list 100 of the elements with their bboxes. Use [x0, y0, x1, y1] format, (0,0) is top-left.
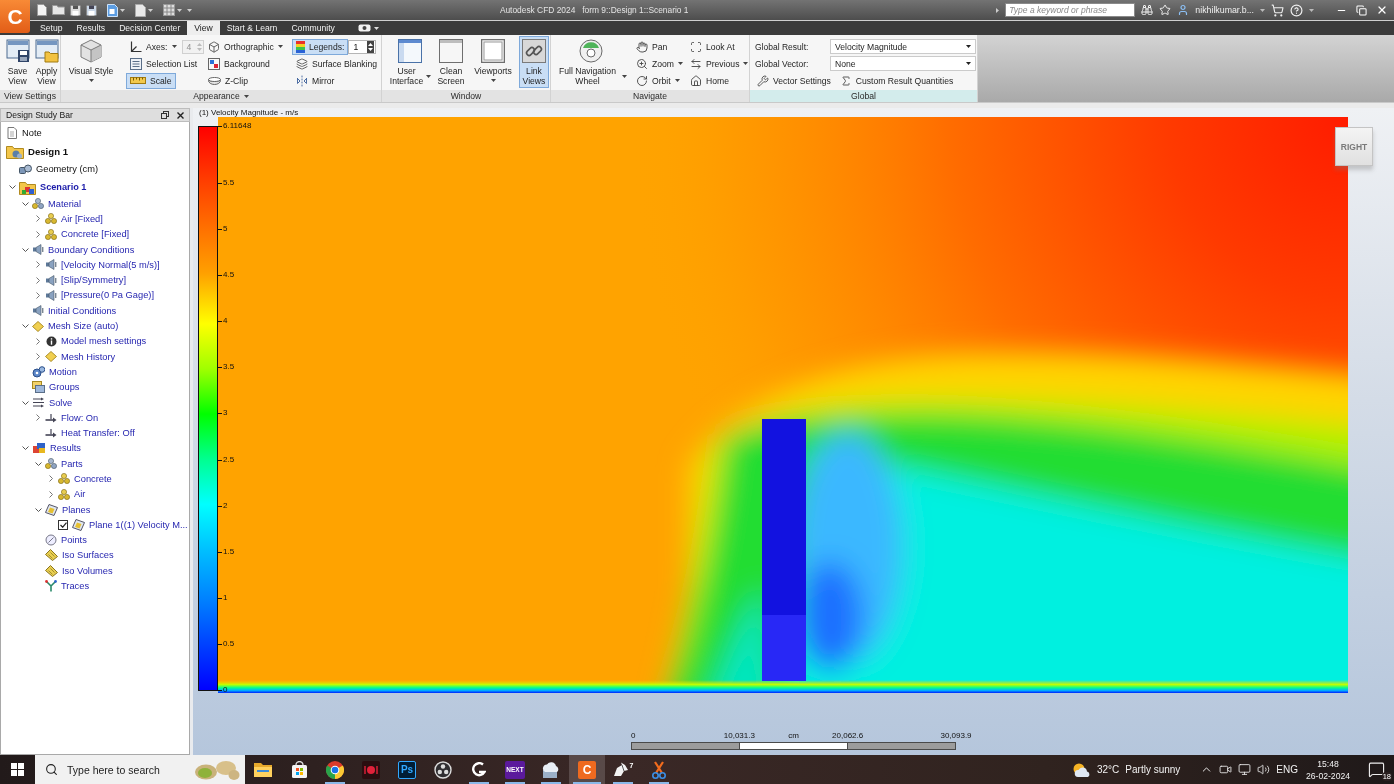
tree-item[interactable]: Results — [50, 443, 81, 454]
chevron-right-icon[interactable] — [36, 261, 40, 269]
binoculars-icon[interactable] — [1141, 4, 1154, 16]
taskbar-app[interactable]: Ps — [389, 755, 425, 784]
page-icon[interactable] — [135, 3, 146, 17]
temperature[interactable]: 32°C — [1097, 764, 1120, 775]
video-camera-icon[interactable] — [1219, 763, 1233, 776]
chevron-down-icon[interactable] — [21, 201, 29, 206]
global-button[interactable]: Vector Settings — [753, 72, 835, 89]
caret-icon[interactable] — [373, 26, 379, 30]
tree-item[interactable]: Motion — [49, 366, 77, 377]
orthographic-button[interactable]: Orthographic — [204, 38, 287, 55]
tree-item[interactable]: Planes — [62, 504, 91, 515]
tree-item[interactable]: Boundary Conditions — [48, 244, 135, 255]
chevron-down-icon[interactable] — [34, 507, 42, 512]
chevron-right-icon[interactable] — [49, 475, 53, 483]
navigate-button[interactable]: Pan — [632, 38, 672, 55]
chevron-right-icon[interactable] — [36, 276, 40, 284]
ribbon-tab[interactable]: Setup — [33, 21, 70, 35]
caret-icon[interactable] — [1309, 8, 1314, 12]
monitor-icon[interactable] — [1238, 763, 1252, 776]
chevron-right-icon[interactable] — [36, 215, 40, 223]
folder-icon[interactable] — [52, 5, 65, 15]
chevron-right-icon[interactable] — [36, 353, 40, 361]
chevron-down-icon[interactable] — [21, 446, 29, 451]
speaker-icon[interactable] — [1257, 763, 1271, 776]
global-result-dropdown[interactable]: Velocity Magnitude — [830, 39, 976, 54]
close-icon[interactable] — [1376, 4, 1388, 16]
tree-item[interactable]: Initial Conditions — [48, 305, 117, 316]
ribbon-tab[interactable]: Decision Center — [112, 21, 188, 35]
floppy-icon[interactable] — [86, 4, 97, 16]
tree-item[interactable]: Plane 1((1) Velocity M... — [89, 519, 188, 530]
language-indicator[interactable]: ENG — [1276, 764, 1299, 775]
global-vector-dropdown[interactable]: None — [830, 56, 976, 71]
checkbox[interactable] — [58, 519, 68, 530]
z-clip-button[interactable]: Z-Clip — [204, 72, 252, 89]
user-icon[interactable] — [1177, 4, 1190, 16]
tree-item[interactable]: Material — [48, 198, 82, 209]
restore-icon[interactable] — [1356, 4, 1367, 16]
chevron-right-icon[interactable] — [36, 291, 40, 299]
caret-icon[interactable] — [1260, 8, 1265, 12]
window-button[interactable]: User Interface — [388, 36, 432, 88]
scale-button[interactable]: Scale — [126, 72, 176, 89]
view-button[interactable]: Save View — [4, 36, 31, 88]
caret-icon[interactable] — [148, 8, 153, 12]
tree-item[interactable]: Design 1 — [28, 145, 68, 157]
tree-item[interactable]: Flow: On — [61, 412, 99, 423]
navigate-button[interactable]: Previous — [686, 55, 753, 72]
tree-item[interactable]: Heat Transfer: Off — [61, 428, 135, 439]
window-button[interactable]: Viewports — [470, 36, 516, 88]
chevron-right-icon[interactable] — [36, 414, 40, 422]
ribbon-tab[interactable]: Start & Learn — [219, 21, 285, 35]
floppy-icon[interactable] — [70, 4, 81, 16]
search-field[interactable]: Type here to search — [67, 761, 185, 778]
help-icon[interactable] — [1290, 3, 1303, 17]
legends-button[interactable]: Legends: — [292, 38, 349, 55]
mirror-button[interactable]: Mirror — [292, 72, 339, 89]
chevron-right-icon[interactable] — [49, 490, 53, 498]
navigate-button[interactable]: Home — [686, 72, 733, 89]
window-button[interactable]: Clean Screen — [435, 36, 467, 88]
tree-item[interactable]: Parts — [61, 458, 83, 469]
message-icon[interactable] — [1368, 761, 1385, 778]
chevron-down-icon[interactable] — [34, 461, 42, 466]
tree-item[interactable]: [Slip/Symmetry] — [61, 275, 127, 286]
user-name[interactable]: nikhilkumar.b... — [1195, 5, 1254, 15]
tree-item[interactable]: Groups — [49, 382, 80, 393]
chevron-down-icon[interactable] — [21, 324, 29, 328]
clock-date[interactable]: 26-02-2024 — [1306, 770, 1350, 781]
navigate-button[interactable]: Zoom — [632, 55, 687, 72]
caret-icon[interactable] — [120, 8, 125, 12]
tree-item[interactable]: Solve — [49, 397, 73, 408]
search-box[interactable]: Type here to search — [35, 755, 245, 784]
tree-item[interactable]: Mesh History — [61, 351, 116, 362]
navigate-button[interactable]: Orbit — [632, 72, 684, 89]
tree-item[interactable]: Geometry (cm) — [36, 164, 98, 174]
tree-item[interactable]: Air — [74, 489, 86, 500]
window-button[interactable]: Link Views — [519, 36, 549, 88]
clock-time[interactable]: 15:48 — [1317, 758, 1339, 769]
ribbon-tab[interactable]: View — [187, 21, 220, 35]
star-icon[interactable] — [1159, 4, 1172, 16]
global-button[interactable]: Custom Result Quantities — [835, 72, 958, 89]
visual-style-button[interactable]: Visual Style — [64, 36, 118, 88]
chevron-down-icon[interactable] — [21, 400, 29, 405]
tree-item[interactable]: Mesh Size (auto) — [48, 321, 119, 331]
camera-icon[interactable] — [357, 24, 371, 32]
tree-item[interactable]: Concrete [Fixed] — [61, 229, 130, 240]
tree-item[interactable]: Model mesh settings — [61, 336, 147, 347]
ribbon-tab[interactable]: Community — [284, 21, 342, 35]
sun-cloud-icon[interactable] — [1072, 761, 1091, 778]
ribbon-tab[interactable]: Results — [69, 21, 113, 35]
tree-item[interactable]: Iso Surfaces — [62, 550, 114, 561]
chevron-down-icon[interactable] — [21, 247, 29, 252]
cart-icon[interactable] — [1271, 3, 1284, 17]
tree-item[interactable]: [Pressure(0 Pa Gage)] — [61, 290, 154, 301]
tree-item[interactable]: Note — [22, 128, 42, 138]
selection-list-button[interactable]: Selection List — [126, 55, 202, 72]
surface-blanking-button[interactable]: Surface Blanking — [292, 55, 381, 72]
float-icon[interactable] — [161, 111, 169, 119]
tree-item[interactable]: Concrete — [74, 474, 112, 484]
chevron-down-icon[interactable] — [8, 185, 16, 189]
